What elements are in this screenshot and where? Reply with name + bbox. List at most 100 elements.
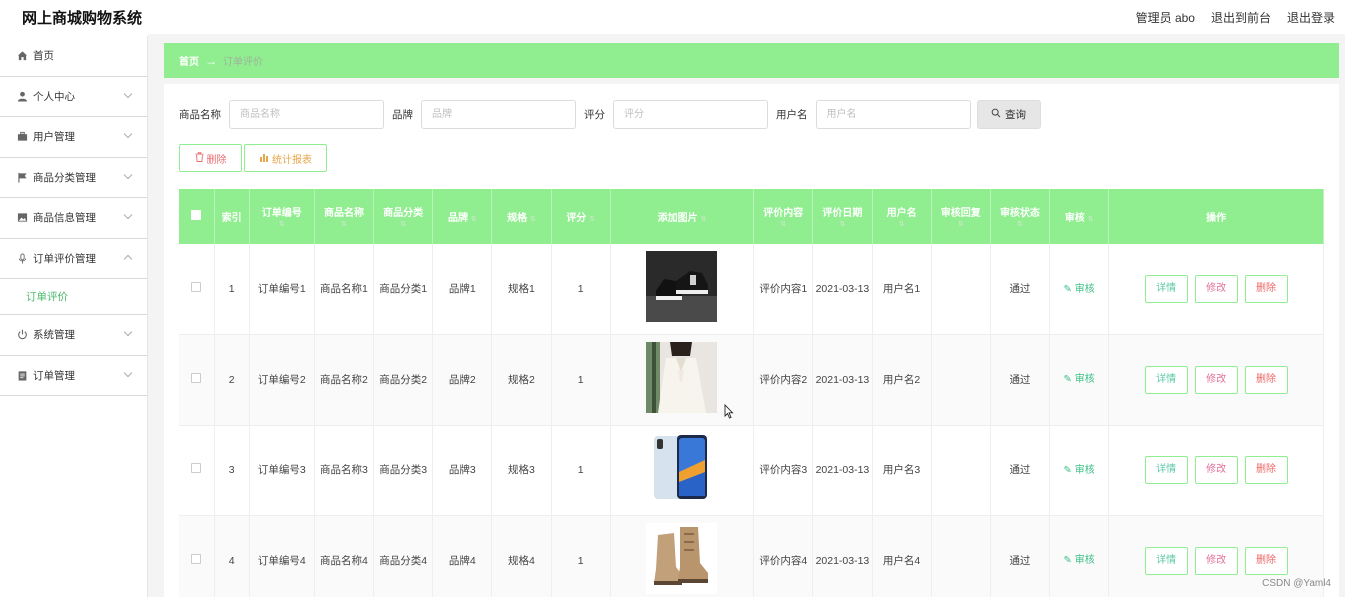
- detail-button[interactable]: 详情: [1144, 546, 1188, 575]
- cell-brand: 品牌2: [432, 334, 493, 426]
- cell-rating: 1: [551, 515, 611, 597]
- sort-icon[interactable]: ⇅: [530, 216, 536, 223]
- header-date[interactable]: 评价日期 ⇅: [812, 189, 873, 244]
- sort-icon[interactable]: ⇅: [374, 221, 432, 229]
- sort-icon[interactable]: ⇅: [1088, 216, 1094, 223]
- edit-button[interactable]: 修改: [1194, 365, 1238, 394]
- sort-icon[interactable]: ⇅: [813, 221, 871, 229]
- detail-button[interactable]: 详情: [1144, 275, 1188, 303]
- sidebar-item-home[interactable]: 首页: [0, 36, 147, 77]
- sort-icon[interactable]: ⇅: [315, 221, 373, 229]
- sort-icon[interactable]: ⇅: [700, 216, 706, 223]
- mouse-cursor-icon: [724, 403, 734, 422]
- power-icon: [15, 328, 29, 342]
- header-content[interactable]: 评价内容 ⇅: [753, 189, 814, 244]
- product-image-blouse[interactable]: [646, 341, 718, 413]
- review-link[interactable]: ✎ 审核: [1064, 465, 1095, 476]
- delete-button[interactable]: 删除: [179, 144, 242, 172]
- header-review[interactable]: 审核 ⇅: [1049, 189, 1110, 244]
- header-image[interactable]: 添加图片 ⇅: [610, 189, 755, 244]
- product-image-phone[interactable]: [646, 432, 718, 504]
- row-delete-button[interactable]: 删除: [1244, 275, 1288, 303]
- chevron-down-icon: [123, 368, 133, 377]
- cell-image: [610, 244, 755, 335]
- review-link[interactable]: ✎ 审核: [1064, 374, 1095, 385]
- review-link[interactable]: ✎ 审核: [1064, 555, 1095, 566]
- sort-icon[interactable]: ⇅: [250, 221, 314, 229]
- action-buttons: 删除 统计报表: [179, 144, 327, 172]
- row-delete-button[interactable]: 删除: [1244, 546, 1288, 575]
- sort-icon[interactable]: ⇅: [932, 221, 990, 229]
- username-input[interactable]: [815, 100, 971, 129]
- back-to-front-link[interactable]: 退出到前台: [1211, 9, 1271, 26]
- cell-actions: 详情 修改 删除: [1108, 334, 1324, 426]
- breadcrumb-home[interactable]: 首页: [179, 53, 199, 68]
- sidebar-item-product-info[interactable]: 商品信息管理: [0, 198, 147, 239]
- row-checkbox[interactable]: [191, 282, 202, 292]
- header-order-no[interactable]: 订单编号 ⇅: [249, 189, 315, 244]
- header-category[interactable]: 商品分类 ⇅: [373, 189, 434, 244]
- detail-button[interactable]: 详情: [1144, 456, 1188, 485]
- header-rating[interactable]: 评分 ⇅: [551, 189, 611, 244]
- header-brand[interactable]: 品牌 ⇅: [432, 189, 493, 244]
- brand-input[interactable]: [421, 100, 576, 129]
- cell-review: ✎ 审核: [1049, 425, 1110, 516]
- cell-date: 2021-03-13: [812, 425, 873, 516]
- row-checkbox-cell[interactable]: [179, 425, 215, 516]
- logout-link[interactable]: 退出登录: [1287, 9, 1335, 26]
- product-name-input[interactable]: [229, 100, 384, 129]
- row-checkbox-cell[interactable]: [179, 334, 215, 426]
- select-all-checkbox[interactable]: [191, 210, 202, 220]
- edit-pen-icon: ✎: [1063, 555, 1072, 567]
- header-reply[interactable]: 审核回复 ⇅: [931, 189, 991, 244]
- header-spec[interactable]: 规格 ⇅: [491, 189, 552, 244]
- edit-pen-icon: ✎: [1063, 464, 1072, 476]
- product-image-boots[interactable]: [646, 522, 718, 594]
- row-delete-button[interactable]: 删除: [1244, 365, 1288, 394]
- edit-button[interactable]: 修改: [1194, 275, 1238, 303]
- cell-username: 用户名3: [872, 425, 932, 516]
- row-checkbox[interactable]: [191, 463, 202, 474]
- sidebar-item-personal-center[interactable]: 个人中心: [0, 77, 147, 117]
- top-actions: 管理员 abo 退出到前台 退出登录: [1136, 9, 1335, 26]
- query-button[interactable]: 查询: [976, 100, 1041, 129]
- stats-report-button[interactable]: 统计报表: [244, 144, 327, 172]
- home-icon: [15, 49, 29, 63]
- cell-reply: [931, 244, 991, 335]
- sort-icon[interactable]: ⇅: [754, 221, 812, 229]
- bar-chart-icon: [259, 152, 269, 165]
- sort-icon[interactable]: ⇅: [471, 216, 477, 223]
- sidebar-item-system-management[interactable]: 系统管理: [0, 315, 147, 356]
- sidebar-item-category-management[interactable]: 商品分类管理: [0, 158, 147, 198]
- stats-label: 统计报表: [272, 154, 312, 166]
- review-link[interactable]: ✎ 审核: [1064, 284, 1095, 295]
- sidebar-item-order-review-management[interactable]: 订单评价管理: [0, 239, 147, 279]
- sidebar-item-user-management[interactable]: 用户管理: [0, 117, 147, 158]
- header-status[interactable]: 审核状态 ⇅: [990, 189, 1051, 244]
- sidebar-item-order-management[interactable]: 订单管理: [0, 356, 147, 396]
- row-checkbox[interactable]: [191, 372, 202, 383]
- product-image-sneaker[interactable]: [646, 251, 718, 322]
- sidebar-item-label: 商品分类管理: [33, 171, 96, 184]
- edit-button[interactable]: 修改: [1194, 456, 1238, 485]
- main-area: 首页 → 订单评价 商品名称 品牌 评分 用户名 查询: [148, 34, 1345, 597]
- edit-button[interactable]: 修改: [1194, 546, 1238, 575]
- detail-button[interactable]: 详情: [1144, 365, 1188, 394]
- row-checkbox-cell[interactable]: [179, 244, 215, 335]
- row-checkbox[interactable]: [191, 553, 202, 564]
- sidebar-subitem-order-review[interactable]: 订单评价: [0, 279, 147, 315]
- cell-spec: 规格4: [491, 515, 552, 597]
- select-all-header[interactable]: [179, 189, 215, 244]
- cell-status: 通过: [990, 334, 1051, 426]
- cell-spec: 规格3: [491, 425, 552, 516]
- sort-icon[interactable]: ⇅: [873, 221, 931, 229]
- sort-icon[interactable]: ⇅: [991, 221, 1049, 229]
- row-checkbox-cell[interactable]: [179, 515, 215, 597]
- row-delete-button[interactable]: 删除: [1244, 456, 1288, 485]
- rating-input[interactable]: [613, 100, 768, 129]
- cell-content: 评价内容3: [753, 425, 814, 516]
- header-product-name[interactable]: 商品名称 ⇅: [314, 189, 375, 244]
- sidebar-item-label: 订单管理: [33, 369, 75, 382]
- sort-icon[interactable]: ⇅: [589, 216, 595, 223]
- header-username[interactable]: 用户名 ⇅: [872, 189, 932, 244]
